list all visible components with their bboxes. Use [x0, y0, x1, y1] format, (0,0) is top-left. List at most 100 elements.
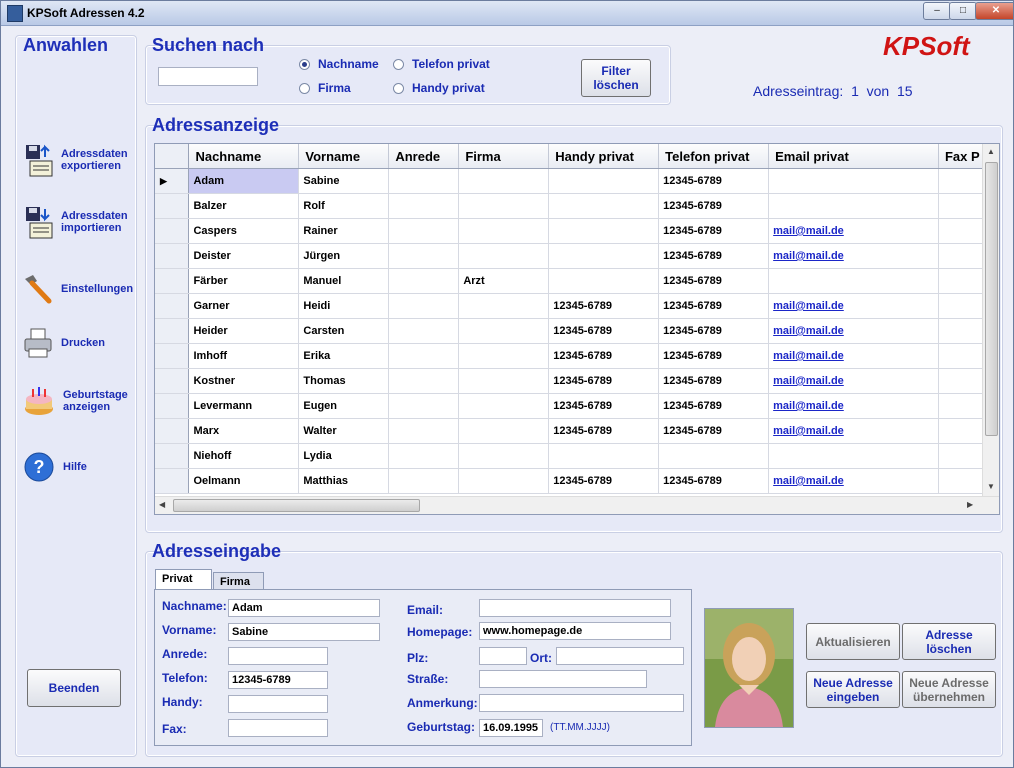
row-header[interactable]	[155, 268, 190, 294]
table-cell[interactable]	[458, 368, 550, 394]
table-cell[interactable]: 12345-6789	[548, 293, 660, 319]
table-cell[interactable]: mail@mail.de	[768, 218, 939, 244]
table-cell[interactable]	[458, 168, 550, 194]
table-cell[interactable]: 12345-6789	[548, 318, 660, 344]
anmerkung-field[interactable]	[479, 694, 684, 712]
vorname-field[interactable]	[228, 623, 380, 641]
table-cell[interactable]: Erika	[298, 343, 390, 369]
close-button[interactable]: ✕	[975, 2, 1013, 20]
row-header[interactable]: ▶	[155, 168, 190, 194]
table-cell[interactable]: Balzer	[188, 193, 300, 219]
table-cell[interactable]: 12345-6789	[548, 393, 660, 419]
handy-field[interactable]	[228, 695, 328, 713]
table-cell[interactable]	[388, 443, 460, 469]
column-header[interactable]: Handy privat	[548, 144, 660, 169]
table-cell[interactable]: Garner	[188, 293, 300, 319]
scroll-down-icon[interactable]: ▼	[987, 482, 995, 491]
table-cell[interactable]: mail@mail.de	[768, 318, 939, 344]
table-cell[interactable]	[458, 293, 550, 319]
table-cell[interactable]: mail@mail.de	[768, 368, 939, 394]
email-field[interactable]	[479, 599, 671, 617]
geburtstag-field[interactable]	[479, 719, 543, 737]
table-cell[interactable]: 12345-6789	[658, 243, 770, 269]
email-link[interactable]: mail@mail.de	[773, 400, 844, 412]
table-cell[interactable]	[388, 368, 460, 394]
table-cell[interactable]: Kostner	[188, 368, 300, 394]
table-cell[interactable]: 12345-6789	[548, 368, 660, 394]
update-button[interactable]: Aktualisieren	[806, 623, 900, 660]
table-cell[interactable]	[458, 218, 550, 244]
table-cell[interactable]: mail@mail.de	[768, 243, 939, 269]
table-cell[interactable]	[458, 468, 550, 494]
table-cell[interactable]	[548, 168, 660, 194]
table-cell[interactable]: 12345-6789	[658, 368, 770, 394]
horizontal-scroll-thumb[interactable]	[173, 499, 420, 512]
radio-handy-privat[interactable]: Handy privat	[393, 81, 485, 95]
table-cell[interactable]	[458, 443, 550, 469]
table-row[interactable]: Balzer Rolf 12345-6789	[155, 193, 999, 219]
row-header[interactable]	[155, 443, 190, 469]
table-cell[interactable]	[388, 318, 460, 344]
table-cell[interactable]	[458, 318, 550, 344]
table-cell[interactable]	[548, 243, 660, 269]
new-address-button[interactable]: Neue Adresse eingeben	[806, 671, 900, 708]
scroll-right-icon[interactable]: ▶	[967, 500, 973, 509]
row-header[interactable]	[155, 393, 190, 419]
table-cell[interactable]: Caspers	[188, 218, 300, 244]
row-header[interactable]	[155, 243, 190, 269]
anrede-field[interactable]	[228, 647, 328, 665]
table-cell[interactable]	[388, 418, 460, 444]
table-cell[interactable]: 12345-6789	[658, 468, 770, 494]
email-link[interactable]: mail@mail.de	[773, 475, 844, 487]
table-cell[interactable]: 12345-6789	[658, 193, 770, 219]
email-link[interactable]: mail@mail.de	[773, 250, 844, 262]
table-cell[interactable]: 12345-6789	[658, 168, 770, 194]
apply-address-button[interactable]: Neue Adresse übernehmen	[902, 671, 996, 708]
homepage-field[interactable]	[479, 622, 671, 640]
row-header[interactable]	[155, 193, 190, 219]
column-header[interactable]: Email privat	[768, 144, 939, 169]
sidebar-item-import[interactable]: Adressdaten importieren	[23, 205, 128, 239]
column-header[interactable]: Anrede	[388, 144, 460, 169]
table-cell[interactable]	[768, 268, 939, 294]
table-cell[interactable]	[458, 343, 550, 369]
filter-clear-button[interactable]: Filter löschen	[581, 59, 651, 97]
table-cell[interactable]	[658, 443, 770, 469]
table-cell[interactable]: Thomas	[298, 368, 390, 394]
table-cell[interactable]: Lydia	[298, 443, 390, 469]
table-cell[interactable]: Adam	[188, 168, 300, 194]
table-cell[interactable]: Heidi	[298, 293, 390, 319]
table-cell[interactable]: 12345-6789	[658, 268, 770, 294]
table-cell[interactable]	[768, 193, 939, 219]
table-cell[interactable]	[388, 293, 460, 319]
table-cell[interactable]: Arzt	[458, 268, 550, 294]
scroll-left-icon[interactable]: ◀	[159, 500, 165, 509]
sidebar-item-help[interactable]: ? Hilfe	[23, 451, 87, 483]
table-cell[interactable]	[548, 218, 660, 244]
table-cell[interactable]	[388, 168, 460, 194]
table-cell[interactable]: Rainer	[298, 218, 390, 244]
table-cell[interactable]: Manuel	[298, 268, 390, 294]
table-row[interactable]: Färber Manuel Arzt 12345-6789	[155, 268, 999, 294]
sidebar-item-print[interactable]: Drucken	[23, 327, 105, 359]
row-header[interactable]	[155, 418, 190, 444]
email-link[interactable]: mail@mail.de	[773, 350, 844, 362]
radio-nachname[interactable]: Nachname	[299, 57, 379, 71]
table-cell[interactable]	[768, 443, 939, 469]
table-cell[interactable]: Niehoff	[188, 443, 300, 469]
table-cell[interactable]	[388, 243, 460, 269]
table-cell[interactable]: Matthias	[298, 468, 390, 494]
table-cell[interactable]: Sabine	[298, 168, 390, 194]
ort-field[interactable]	[556, 647, 684, 665]
table-row[interactable]: Garner Heidi 12345-6789 12345-6789 mail@mail…	[155, 293, 999, 319]
vertical-scrollbar[interactable]: ▲ ▼	[982, 144, 999, 496]
vertical-scroll-thumb[interactable]	[985, 162, 998, 436]
column-header[interactable]: Telefon privat	[658, 144, 770, 169]
table-cell[interactable]	[458, 393, 550, 419]
table-cell[interactable]: Imhoff	[188, 343, 300, 369]
table-cell[interactable]: mail@mail.de	[768, 393, 939, 419]
table-cell[interactable]	[388, 193, 460, 219]
email-link[interactable]: mail@mail.de	[773, 375, 844, 387]
email-link[interactable]: mail@mail.de	[773, 425, 844, 437]
table-cell[interactable]: Oelmann	[188, 468, 300, 494]
